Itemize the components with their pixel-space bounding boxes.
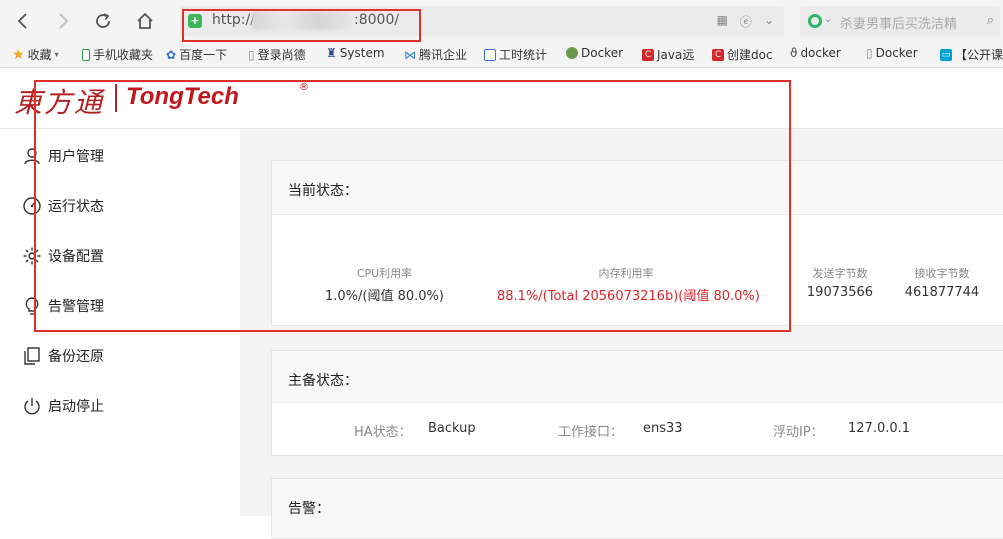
back-button[interactable] (10, 8, 36, 34)
panel-title: 告警： (288, 501, 330, 517)
work-interface-label: 工作接口： (558, 425, 624, 440)
sidebar-item-backup-restore[interactable]: 备份还原 (22, 346, 104, 366)
ha-status-value: Backup (428, 421, 476, 436)
bookmark-label: 登录尚德 (257, 48, 306, 62)
bookmark-item[interactable]: ▯ Docker (866, 46, 918, 60)
floating-ip-label: 浮动IP： (773, 425, 824, 440)
forward-arrow-icon (59, 13, 69, 29)
panel-header: 主备状态： (272, 351, 1003, 403)
reload-button[interactable] (90, 8, 116, 34)
csdn-icon: C (642, 48, 654, 61)
panel-title: 主备状态： (288, 373, 358, 389)
hook-icon: ϑ (790, 46, 798, 60)
stat-label: 接收字节数 (914, 267, 970, 280)
floating-ip-value: 127.0.0.1 (848, 421, 911, 436)
docker-icon (566, 47, 578, 59)
bookmark-favorites[interactable]: ★ 收藏 ▾ (12, 46, 59, 63)
bookmark-label: docker (800, 46, 841, 60)
chevron-down-icon: ⌄ (824, 14, 833, 25)
tencent-icon: ⋈ (404, 47, 416, 62)
csdn-icon: C (712, 48, 724, 61)
home-icon (137, 12, 153, 29)
copy-icon (24, 347, 40, 365)
bilibili-icon: ▭ (940, 48, 952, 61)
form-icon (484, 48, 496, 61)
bookmark-item[interactable]: ▯ 登录尚德 (248, 46, 306, 63)
ha-panel: 主备状态： HA状态： Backup 工作接口： ens33 浮动IP： 127… (271, 350, 1003, 456)
bookmark-label: 工时统计 (499, 48, 548, 62)
search-engine-icon (808, 14, 822, 28)
ie-mode-icon[interactable]: ⓔ (740, 13, 752, 30)
bookmark-item[interactable]: 手机收藏夹 (82, 46, 153, 63)
address-actions: ▦ ⓔ ⌄ (717, 13, 774, 30)
forward-button[interactable] (50, 8, 76, 34)
search-icon[interactable]: ⌕ (987, 13, 994, 28)
bookmark-item[interactable]: ⋈ 腾讯企业 (404, 46, 467, 63)
bookmark-label: 收藏 (27, 48, 52, 62)
sidebar-item-label: 备份还原 (48, 349, 104, 365)
highlight-box-main (34, 80, 791, 332)
reload-icon (96, 13, 110, 28)
back-arrow-icon (17, 13, 27, 29)
power-icon (24, 398, 40, 415)
bookmark-item[interactable]: ♜ System (326, 46, 385, 60)
received-bytes-stat: 接收字节数 461877744 (896, 265, 988, 300)
baidu-paw-icon: ✿ (166, 47, 177, 62)
sidebar-item-start-stop[interactable]: 启动停止 (22, 396, 104, 416)
bookmark-label: 百度一下 (179, 48, 228, 62)
panel-header: 告警： (272, 479, 1003, 539)
alarm-panel: 告警： (271, 478, 1003, 539)
browser-toolbar: + http:// :8000/ ▦ ⓔ ⌄ ⌄ 杀妻男事后买洗洁精 ⌕ (0, 0, 1003, 42)
phone-icon (82, 48, 90, 61)
bookmark-label: 创建doc (727, 48, 773, 62)
sent-bytes-stat: 发送字节数 19073566 (794, 265, 886, 300)
highlight-box-url (182, 9, 421, 42)
bookmark-item[interactable]: ✿ 百度一下 (166, 46, 227, 63)
chevron-down-icon[interactable]: ⌄ (764, 13, 774, 30)
stat-value: 19073566 (806, 285, 874, 300)
star-icon: ★ (12, 46, 25, 63)
stat-value: 461877744 (904, 285, 980, 300)
search-placeholder: 杀妻男事后买洗洁精 (840, 17, 958, 32)
bookmark-label: 手机收藏夹 (93, 48, 154, 62)
bookmark-label: 腾讯企业 (419, 48, 468, 62)
chevron-down-icon: ▾ (54, 50, 59, 59)
bookmarks-bar: ★ 收藏 ▾ 手机收藏夹 ✿ 百度一下 ▯ 登录尚德 ♜ System ⋈ 腾讯… (0, 42, 1003, 68)
bookmark-label: System (339, 46, 385, 60)
bookmark-label: 【公开课 (955, 48, 1003, 62)
bookmark-item[interactable]: ▭ 【公开课 (940, 46, 1003, 63)
search-box[interactable]: ⌄ 杀妻男事后买洗洁精 ⌕ (800, 6, 1000, 36)
stat-label: 发送字节数 (812, 267, 868, 280)
qr-code-icon[interactable]: ▦ (717, 13, 728, 30)
bookmark-item[interactable]: ϑ docker (790, 46, 841, 60)
bookmark-item[interactable]: Docker (566, 46, 623, 60)
bookmark-label: Docker (875, 46, 918, 60)
page-icon: ▯ (248, 47, 255, 62)
bookmark-label: Docker (581, 46, 624, 60)
work-interface-value: ens33 (643, 421, 683, 436)
page-icon: ▯ (866, 46, 873, 60)
home-button[interactable] (132, 8, 158, 34)
figure-icon: ♜ (326, 46, 337, 60)
bookmark-item[interactable]: C 创建doc (712, 46, 773, 63)
bookmark-item[interactable]: C Java远 (642, 46, 694, 63)
sidebar-item-label: 启动停止 (48, 399, 104, 415)
bookmark-item[interactable]: 工时统计 (484, 46, 547, 63)
ha-status-label: HA状态： (354, 425, 412, 440)
bookmark-label: Java远 (657, 48, 695, 62)
